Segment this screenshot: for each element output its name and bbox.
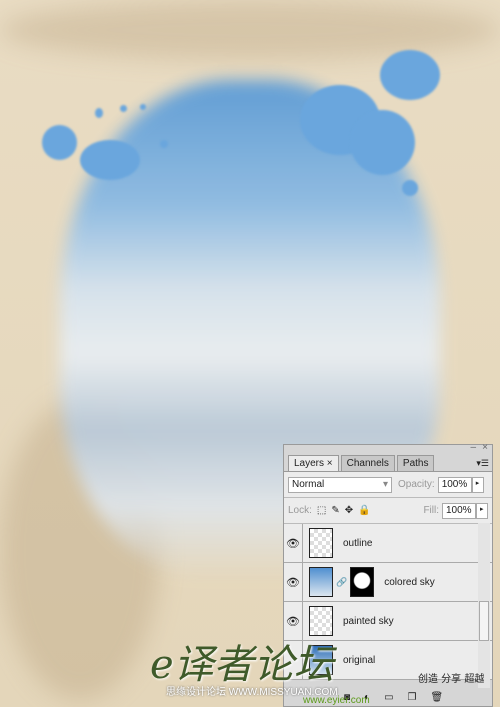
- link-icon[interactable]: 🔗: [336, 577, 347, 588]
- new-group-icon[interactable]: ▭: [384, 692, 393, 703]
- fill-label: Fill:: [423, 505, 439, 516]
- layer-colored-sky[interactable]: 👁 🔗 colored sky: [284, 562, 492, 602]
- minimize-button[interactable]: –: [470, 442, 476, 453]
- lock-brush-icon[interactable]: ✎: [331, 505, 339, 516]
- fill-input[interactable]: 100%: [442, 502, 476, 519]
- tab-layers[interactable]: Layers ×: [288, 455, 339, 471]
- watermark-site-eyier: www.eyier.com: [303, 695, 370, 706]
- eye-icon[interactable]: 👁: [284, 523, 303, 563]
- layer-mask-thumbnail[interactable]: [350, 567, 375, 597]
- chevron-down-icon: ▾: [382, 478, 388, 490]
- trash-icon[interactable]: 🗑: [431, 692, 444, 703]
- layer-thumbnail: [309, 528, 333, 558]
- blend-mode-select[interactable]: Normal ▾: [288, 476, 392, 493]
- watermark-logo: e译者论坛: [150, 642, 334, 688]
- close-button[interactable]: ×: [482, 442, 488, 453]
- layer-thumbnail: [309, 567, 333, 597]
- tab-channels[interactable]: Channels: [340, 455, 395, 471]
- layers-scrollbar[interactable]: [478, 523, 490, 688]
- tab-paths[interactable]: Paths: [396, 455, 435, 471]
- fill-arrow-icon[interactable]: ▸: [476, 502, 488, 519]
- scrollbar-thumb[interactable]: [479, 601, 489, 641]
- opacity-arrow-icon[interactable]: ▸: [471, 476, 484, 493]
- layer-outline[interactable]: 👁 outline: [284, 523, 492, 563]
- lock-label: Lock:: [288, 505, 312, 516]
- opacity-label: Opacity:: [398, 479, 435, 490]
- new-layer-icon[interactable]: ❐: [408, 692, 417, 703]
- lock-all-icon[interactable]: 🔒: [358, 505, 370, 516]
- lock-transparency-icon[interactable]: ⬚: [317, 505, 326, 516]
- watermark-slogan: 创造 分享 超越: [418, 674, 485, 685]
- lock-move-icon[interactable]: ✥: [345, 505, 353, 516]
- panel-menu-icon[interactable]: ▾☰: [476, 458, 489, 469]
- opacity-input[interactable]: 100%: [437, 476, 472, 493]
- eye-icon[interactable]: 👁: [284, 562, 303, 602]
